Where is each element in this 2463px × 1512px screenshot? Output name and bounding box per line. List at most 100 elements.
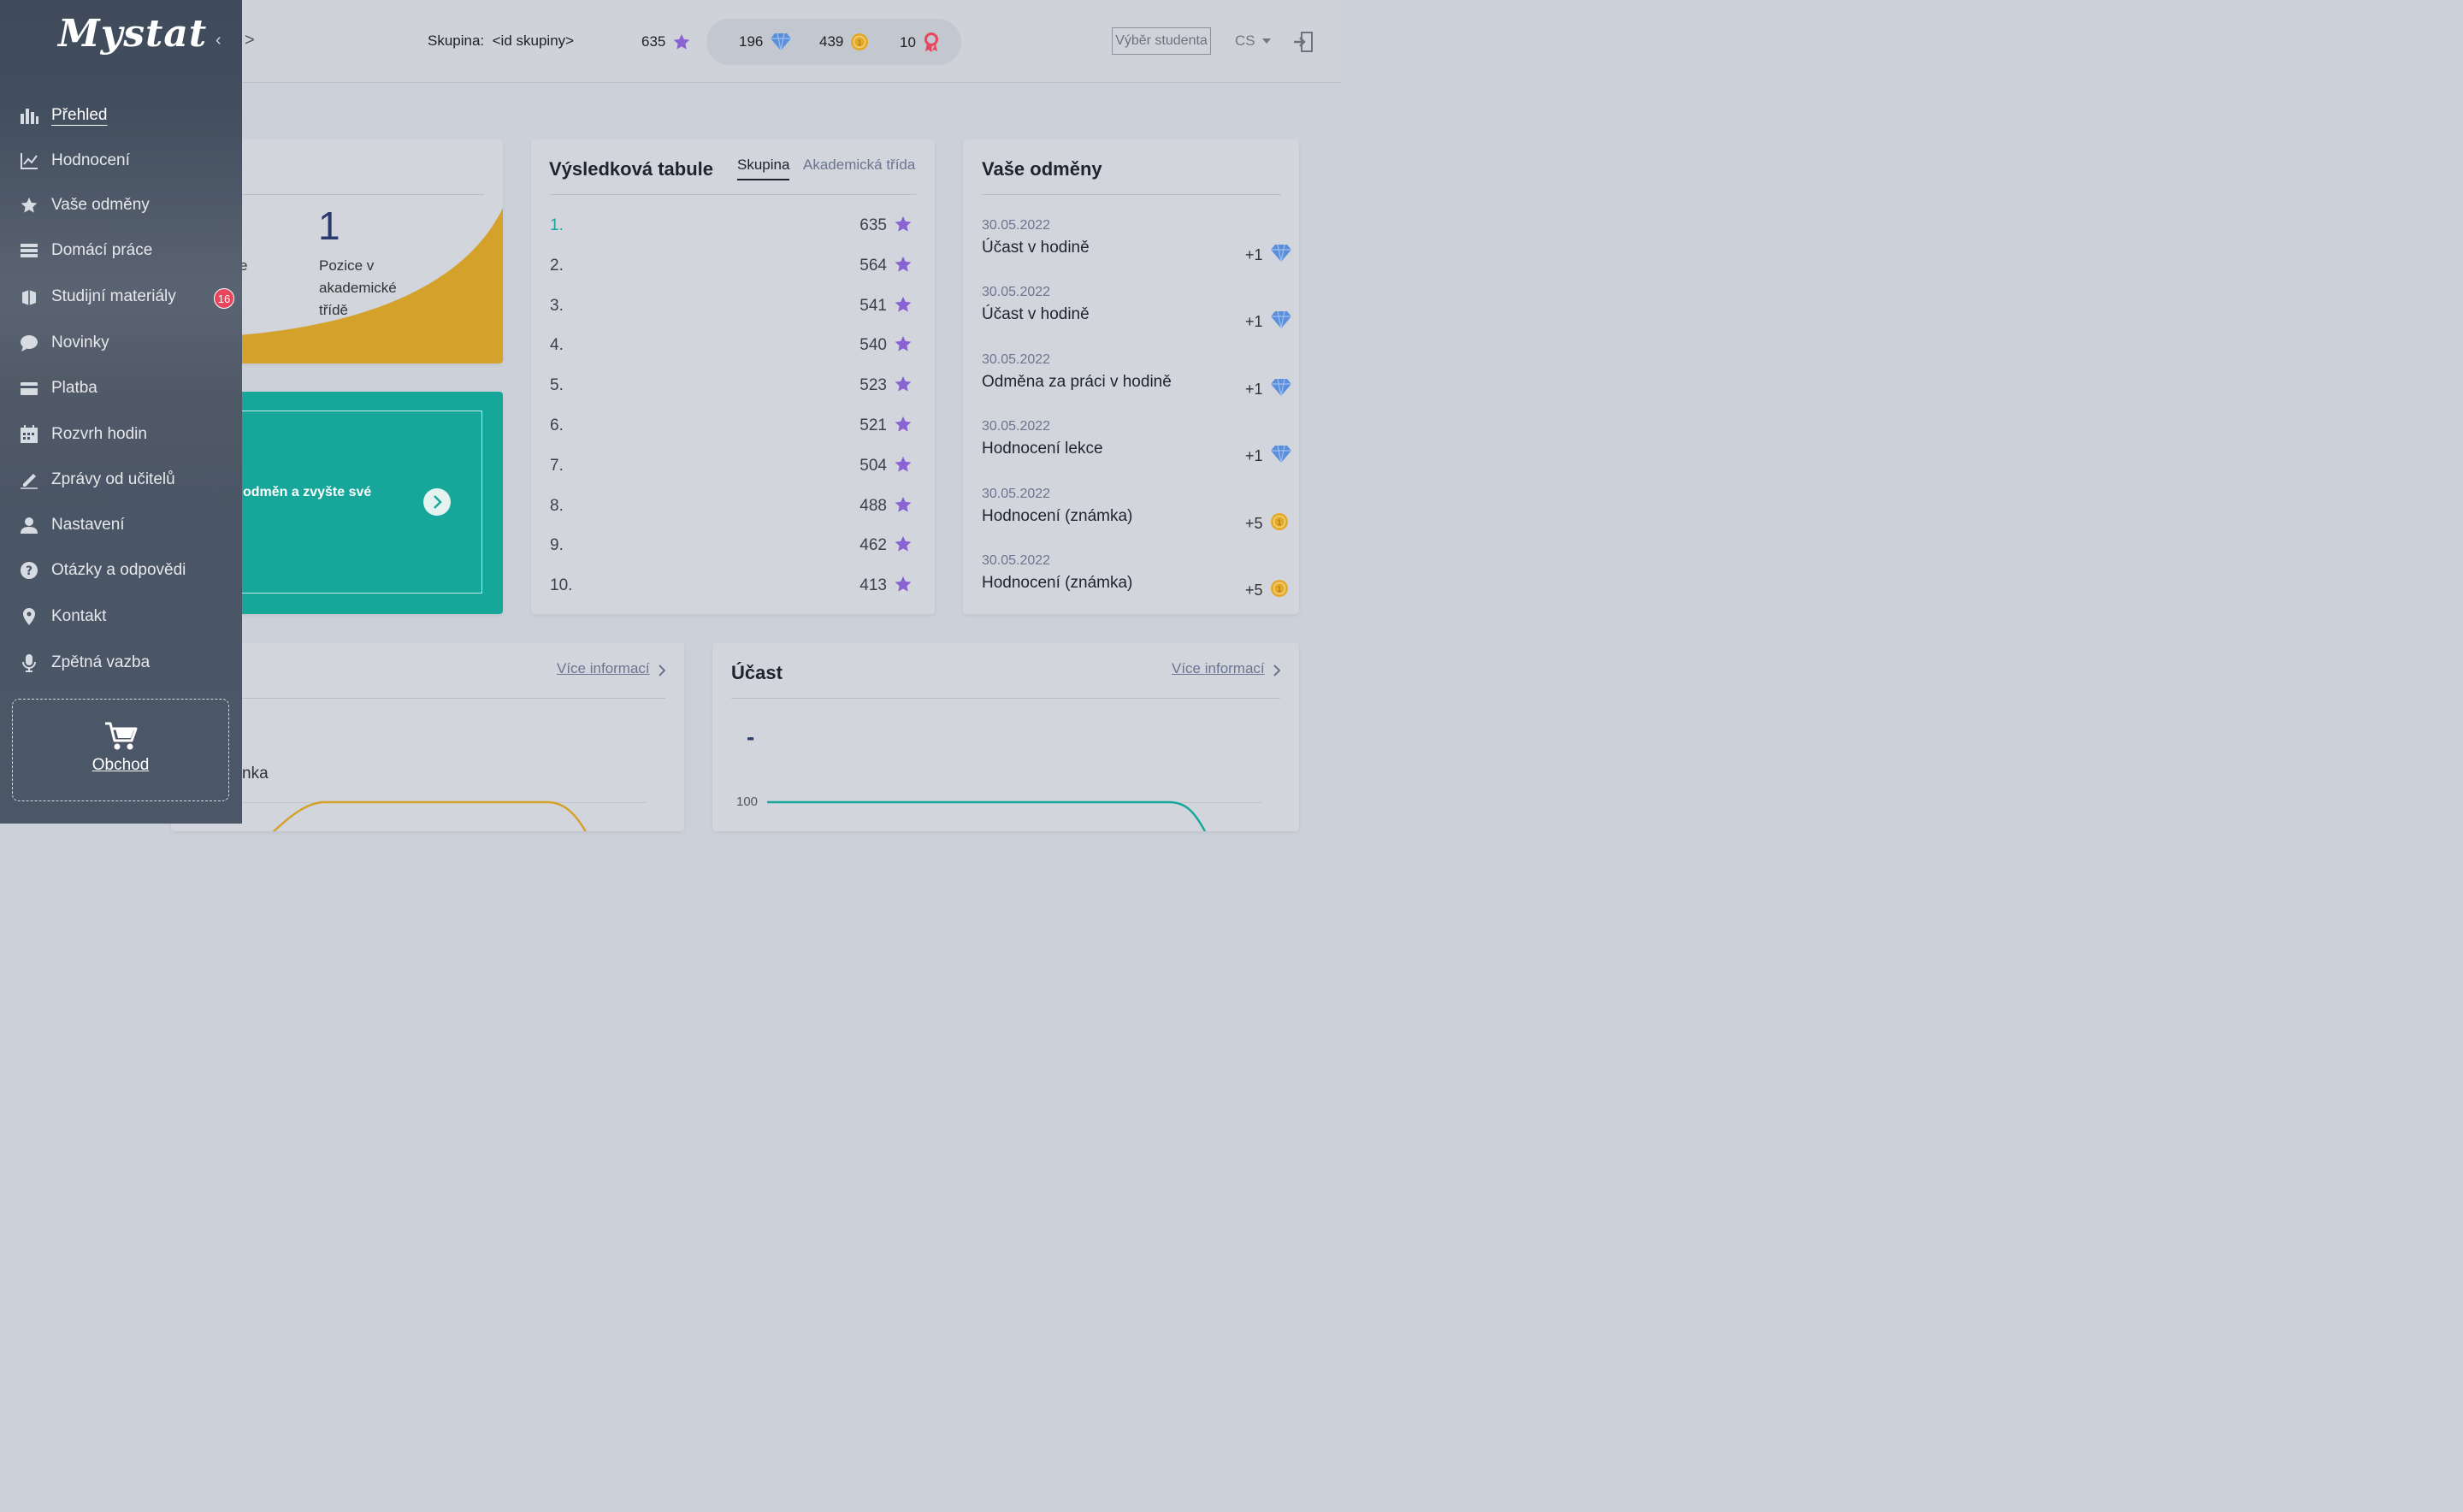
star-icon	[894, 495, 913, 519]
tab-academic-class[interactable]: Akademická třída	[803, 157, 915, 174]
card-divider	[222, 194, 484, 195]
reward-name: Hodnocení lekce	[982, 440, 1103, 458]
leaderboard-points: 523	[859, 376, 887, 395]
card-icon	[19, 378, 39, 399]
sidebar-item-label: Vaše odměny	[51, 196, 150, 214]
diamond-icon	[771, 32, 792, 51]
caret-down-icon	[1261, 38, 1271, 44]
reward-name: Odměna za práci v hodině	[982, 372, 1172, 391]
star-icon	[894, 375, 913, 399]
sidebar-item-zpravy-od-ucitelu[interactable]: Zprávy od učitelů	[19, 463, 175, 497]
svg-text:1: 1	[1277, 519, 1282, 528]
chat-icon	[19, 333, 39, 353]
reward-name: Hodnocení (známka)	[982, 506, 1133, 525]
chevron-right-circle-icon[interactable]	[422, 487, 452, 517]
leaderboard-rank: 5.	[550, 376, 564, 395]
reward-amount: +1	[1245, 310, 1292, 334]
sidebar-item-vase-odmeny[interactable]: Vaše odměny	[19, 188, 150, 222]
sidebar-item-label: Platba	[51, 379, 97, 397]
leaderboard-points: 462	[859, 536, 887, 555]
attendance-more-link[interactable]: Více informací	[1172, 660, 1265, 677]
sidebar-item-otazky-a-odpovedi[interactable]: ? Otázky a odpovědi	[19, 553, 186, 588]
badges-stat: 10	[900, 32, 940, 53]
sidebar-item-prehled[interactable]: Přehled	[19, 98, 108, 133]
sidebar-item-novinky[interactable]: Novinky	[19, 326, 109, 360]
sidebar: Mystat ‹ Přehled Hodnocení Vaše odměny Domá…	[0, 0, 242, 824]
coins-stat: 439 1	[819, 32, 869, 51]
reward-item: 30.05.2022 Účast v hodině +1	[982, 285, 1291, 330]
diamonds-stat: 196	[739, 32, 792, 51]
sidebar-item-kontakt[interactable]: Kontakt	[19, 599, 106, 634]
tab-group[interactable]: Skupina	[737, 157, 790, 180]
chevron-right-icon[interactable]	[659, 664, 665, 676]
grades-more-link[interactable]: Více informací	[557, 660, 650, 677]
leaderboard-rank: 3.	[550, 296, 564, 315]
leaderboard-title: Výsledková tabule	[549, 158, 713, 180]
shop-label: Obchod	[92, 756, 150, 774]
reward-date: 30.05.2022	[982, 419, 1051, 434]
sidebar-item-label: Zpětná vazba	[51, 653, 151, 671]
sidebar-item-label: Otázky a odpovědi	[51, 561, 186, 579]
coin-icon: 1	[1270, 579, 1289, 602]
stars-stat: 635	[641, 32, 691, 51]
star-icon	[19, 195, 39, 216]
reward-date: 30.05.2022	[982, 218, 1051, 233]
grades-curve	[272, 800, 588, 831]
sidebar-item-studijni-materialy[interactable]: Studijní materiály	[19, 280, 176, 314]
svg-text:1: 1	[858, 39, 863, 48]
select-student-button[interactable]: Výběr studenta	[1112, 27, 1211, 55]
attendance-title: Účast	[731, 662, 783, 683]
logout-icon[interactable]	[1293, 31, 1314, 53]
leaderboard-points: 540	[859, 336, 887, 355]
leaderboard-row: 3. 541	[550, 293, 913, 319]
app-logo[interactable]: Mystat	[58, 12, 207, 56]
expand-arrow[interactable]: >	[245, 31, 255, 50]
mic-icon	[19, 653, 39, 673]
bar-chart-icon	[19, 105, 39, 126]
leaderboard-row: 10. 413	[550, 573, 913, 599]
sidebar-item-domaci-prace[interactable]: Domácí práce	[19, 233, 152, 268]
svg-text:1: 1	[1277, 586, 1282, 594]
leaderboard-points: 504	[859, 456, 887, 475]
leaderboard-row: 4. 540	[550, 333, 913, 358]
rank-caption-1: Pozice v	[319, 257, 375, 274]
card-divider	[731, 698, 1280, 699]
leaderboard-rank: 10.	[550, 576, 573, 595]
cart-icon	[105, 722, 138, 750]
leaderboard-rank: 2.	[550, 256, 564, 275]
diamond-icon	[1270, 310, 1292, 334]
sidebar-item-label: Přehled	[51, 106, 108, 124]
leaderboard-rank: 9.	[550, 536, 564, 555]
reward-item: 30.05.2022 Hodnocení lekce +1	[982, 419, 1291, 464]
sidebar-item-nastaveni[interactable]: Nastavení	[19, 508, 125, 542]
leaderboard-points: 521	[859, 416, 887, 434]
shop-button[interactable]: Obchod	[12, 699, 229, 801]
promo-text: odměn a zvyšte své	[243, 485, 372, 499]
sidebar-item-hodnoceni[interactable]: Hodnocení	[19, 144, 130, 178]
sidebar-item-platba[interactable]: Platba	[19, 371, 97, 405]
card-divider	[222, 698, 665, 699]
reward-name: Účast v hodině	[982, 239, 1090, 257]
reward-item: 30.05.2022 Účast v hodině +1	[982, 218, 1291, 263]
chevron-right-icon[interactable]	[1273, 664, 1280, 676]
card-divider	[982, 194, 1281, 195]
diamond-icon	[1270, 445, 1292, 468]
language-select[interactable]: CS	[1235, 32, 1271, 50]
star-icon	[674, 33, 690, 50]
collapse-sidebar-icon[interactable]: ‹	[216, 31, 221, 50]
reward-date: 30.05.2022	[982, 486, 1051, 501]
sidebar-item-rozvrh-hodin[interactable]: Rozvrh hodin	[19, 417, 147, 452]
line-chart-icon	[19, 151, 39, 171]
sidebar-item-label: Domácí práce	[51, 241, 153, 259]
sidebar-item-zpetna-vazba[interactable]: Zpětná vazba	[19, 646, 150, 680]
reward-item: 30.05.2022 Hodnocení (známka) +5 1	[982, 553, 1288, 599]
grades-card: Více informací nka	[171, 643, 684, 831]
reward-amount: +5 1	[1245, 579, 1289, 602]
pin-icon	[19, 606, 39, 627]
leaderboard-row: 7. 504	[550, 453, 913, 479]
leaderboard-rank: 1.	[550, 216, 564, 234]
rewards-card: Vaše odměny 30.05.2022 Účast v hodině +1 30…	[963, 139, 1299, 614]
books-icon	[19, 286, 39, 307]
reward-amount: +1	[1245, 445, 1292, 468]
star-icon	[894, 215, 913, 239]
